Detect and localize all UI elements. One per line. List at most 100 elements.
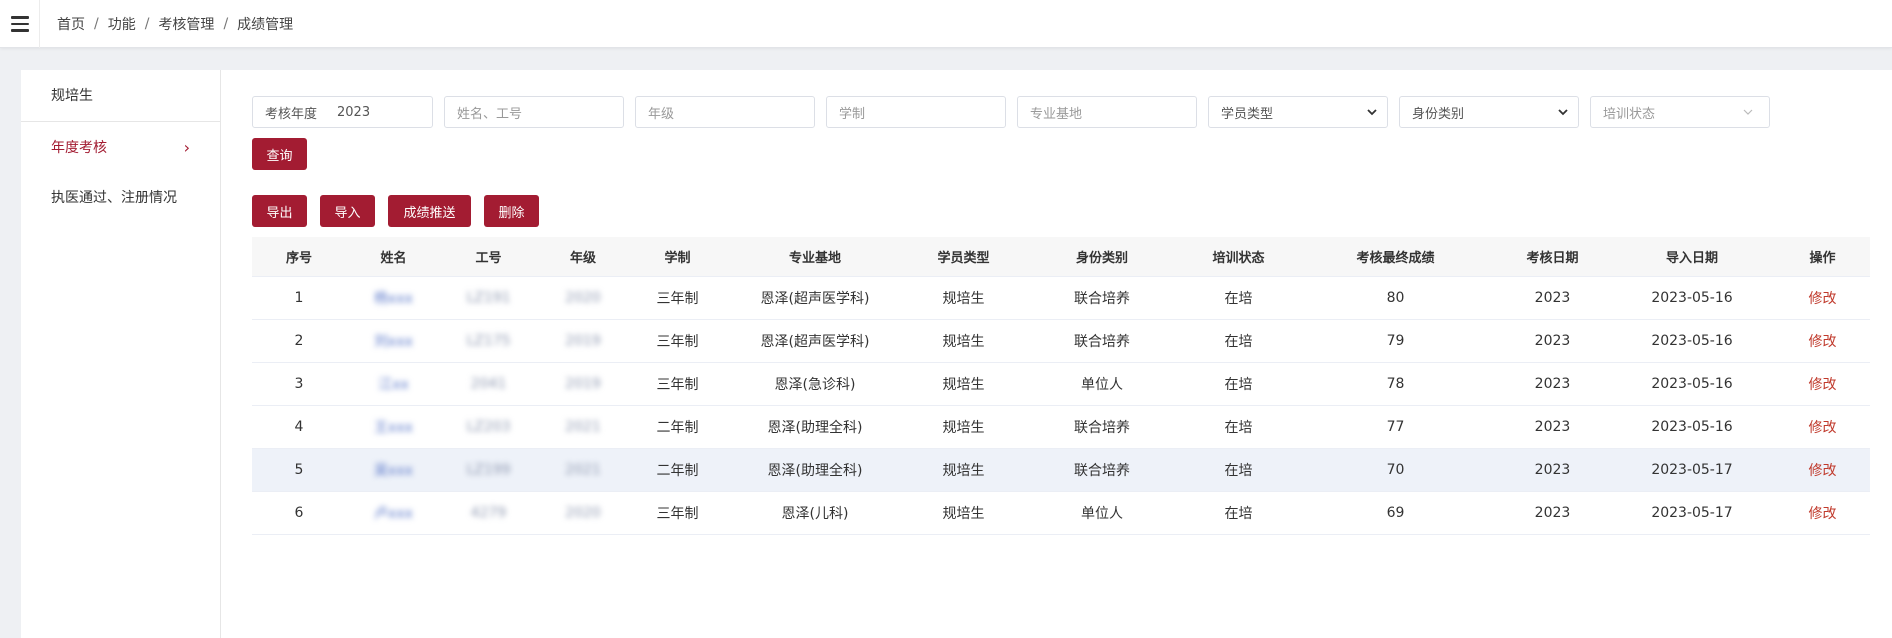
- duration-input[interactable]: 学制: [826, 96, 1006, 128]
- row-number: 2: [294, 333, 304, 349]
- grade: 2019: [565, 333, 601, 349]
- student-type: 规培生: [942, 463, 985, 479]
- identity: 联合培养: [1074, 291, 1130, 307]
- column-header: 导入日期: [1665, 251, 1718, 266]
- duration: 三年制: [656, 506, 699, 522]
- status: 在培: [1224, 377, 1253, 393]
- student-name[interactable]: 王xxx: [346, 417, 441, 437]
- breadcrumb-function[interactable]: 功能: [108, 14, 136, 34]
- student-name[interactable]: 江xx: [346, 374, 441, 394]
- student-type: 规培生: [942, 420, 985, 436]
- final-score: 80: [1386, 290, 1405, 306]
- final-score: 79: [1386, 333, 1405, 349]
- import-button[interactable]: 导入: [320, 195, 375, 227]
- final-score: 78: [1386, 376, 1405, 392]
- base: 恩泽(儿科): [781, 506, 849, 522]
- sidebar-item-license-registration[interactable]: 执医通过、注册情况: [21, 173, 220, 223]
- table-row-hovered: 5 吴xxx LZ199 2021 二年制 恩泽(助理全科) 规培生 联合培养 …: [252, 449, 1870, 492]
- year-field[interactable]: 考核年度 2023: [252, 96, 433, 128]
- chevron-down-icon: [1558, 109, 1568, 116]
- identity: 单位人: [1081, 506, 1123, 522]
- column-header: 操作: [1809, 251, 1836, 266]
- identity: 联合培养: [1074, 334, 1130, 350]
- breadcrumb: 首页 / 功能 / 考核管理 / 成绩管理: [57, 0, 293, 48]
- import-date: 2023-05-16: [1651, 333, 1733, 349]
- identity: 单位人: [1081, 377, 1123, 393]
- training-status-select[interactable]: 培训状态: [1590, 96, 1770, 128]
- student-name[interactable]: 杨xxx: [346, 288, 441, 308]
- student-type: 规培生: [942, 291, 985, 307]
- delete-button[interactable]: 删除: [484, 195, 539, 227]
- student-type: 规培生: [942, 506, 985, 522]
- name-id-input[interactable]: 姓名、工号: [444, 96, 624, 128]
- student-name[interactable]: 卢xxx: [346, 503, 441, 523]
- staff-id: LZ203: [466, 419, 511, 435]
- student-type: 规培生: [942, 334, 985, 350]
- edit-link[interactable]: 修改: [1775, 288, 1870, 308]
- column-header: 考核日期: [1526, 251, 1579, 266]
- exam-date: 2023: [1534, 462, 1571, 478]
- filter-bar: 考核年度 2023 姓名、工号 年级 学制 专业基地 学员类型 身份类别 培训状…: [252, 96, 1770, 128]
- status: 在培: [1224, 291, 1253, 307]
- staff-id: LZ175: [466, 333, 511, 349]
- table-row: 1 杨xxx LZ191 2020 三年制 恩泽(超声医学科) 规培生 联合培养…: [252, 277, 1870, 320]
- query-button[interactable]: 查询: [252, 138, 307, 170]
- grade: 2020: [565, 505, 601, 521]
- base-input[interactable]: 专业基地: [1017, 96, 1197, 128]
- final-score: 70: [1386, 462, 1405, 478]
- edit-link[interactable]: 修改: [1775, 503, 1870, 523]
- edit-link[interactable]: 修改: [1775, 331, 1870, 351]
- column-header: 专业基地: [788, 251, 841, 266]
- breadcrumb-separator: /: [94, 16, 99, 32]
- student-type-select[interactable]: 学员类型: [1208, 96, 1388, 128]
- student-name[interactable]: 刘xxx: [346, 331, 441, 351]
- breadcrumb-separator: /: [223, 16, 229, 32]
- grade-input[interactable]: 年级: [635, 96, 815, 128]
- identity-type-select[interactable]: 身份类别: [1399, 96, 1579, 128]
- edit-link[interactable]: 修改: [1775, 460, 1870, 480]
- grade: 2020: [565, 290, 601, 306]
- student-type: 规培生: [942, 377, 985, 393]
- column-header: 培训状态: [1212, 251, 1265, 266]
- status: 在培: [1224, 420, 1253, 436]
- menu-icon[interactable]: [0, 0, 40, 48]
- duration: 二年制: [656, 420, 699, 436]
- duration: 三年制: [656, 334, 699, 350]
- base: 恩泽(助理全科): [767, 420, 863, 436]
- staff-id: 2041: [470, 376, 507, 392]
- edit-link[interactable]: 修改: [1775, 417, 1870, 437]
- row-number: 1: [294, 290, 304, 306]
- sidebar-item-label: 执医通过、注册情况: [51, 190, 177, 206]
- breadcrumb-assessment[interactable]: 考核管理: [158, 14, 214, 34]
- exam-date: 2023: [1534, 505, 1571, 521]
- sidebar: 规培生 年度考核 › 执医通过、注册情况: [21, 70, 221, 638]
- table-row: 6 卢xxx 4279 2020 三年制 恩泽(儿科) 规培生 单位人 在培 6…: [252, 492, 1870, 535]
- base: 恩泽(助理全科): [767, 463, 863, 479]
- grade: 2021: [565, 462, 601, 478]
- student-name[interactable]: 吴xxx: [346, 460, 441, 480]
- column-header: 序号: [285, 251, 312, 266]
- import-date: 2023-05-17: [1651, 462, 1733, 478]
- import-date: 2023-05-16: [1651, 290, 1733, 306]
- table-header: 序号 姓名 工号 年级 学制 专业基地 学员类型 身份类别 培训状态 考核最终成…: [252, 237, 1870, 277]
- column-header: 考核最终成绩: [1356, 251, 1435, 266]
- final-score: 77: [1386, 419, 1405, 435]
- sidebar-item-annual-assessment[interactable]: 年度考核 ›: [21, 123, 220, 173]
- duration: 三年制: [656, 291, 699, 307]
- main-panel: 考核年度 2023 姓名、工号 年级 学制 专业基地 学员类型 身份类别 培训状…: [221, 70, 1892, 638]
- breadcrumb-separator: /: [144, 16, 150, 32]
- breadcrumb-home[interactable]: 首页: [57, 14, 85, 34]
- exam-date: 2023: [1534, 376, 1571, 392]
- push-scores-button[interactable]: 成绩推送: [388, 195, 471, 227]
- duration: 二年制: [656, 463, 699, 479]
- status: 在培: [1224, 506, 1253, 522]
- chevron-down-icon: [1743, 109, 1753, 115]
- edit-link[interactable]: 修改: [1775, 374, 1870, 394]
- breadcrumb-current: 成绩管理: [237, 17, 294, 33]
- exam-date: 2023: [1534, 333, 1571, 349]
- exam-date: 2023: [1534, 419, 1571, 435]
- base: 恩泽(超声医学科): [760, 291, 870, 307]
- year-label: 考核年度: [265, 106, 318, 122]
- column-header: 工号: [475, 251, 502, 266]
- export-button[interactable]: 导出: [252, 195, 307, 227]
